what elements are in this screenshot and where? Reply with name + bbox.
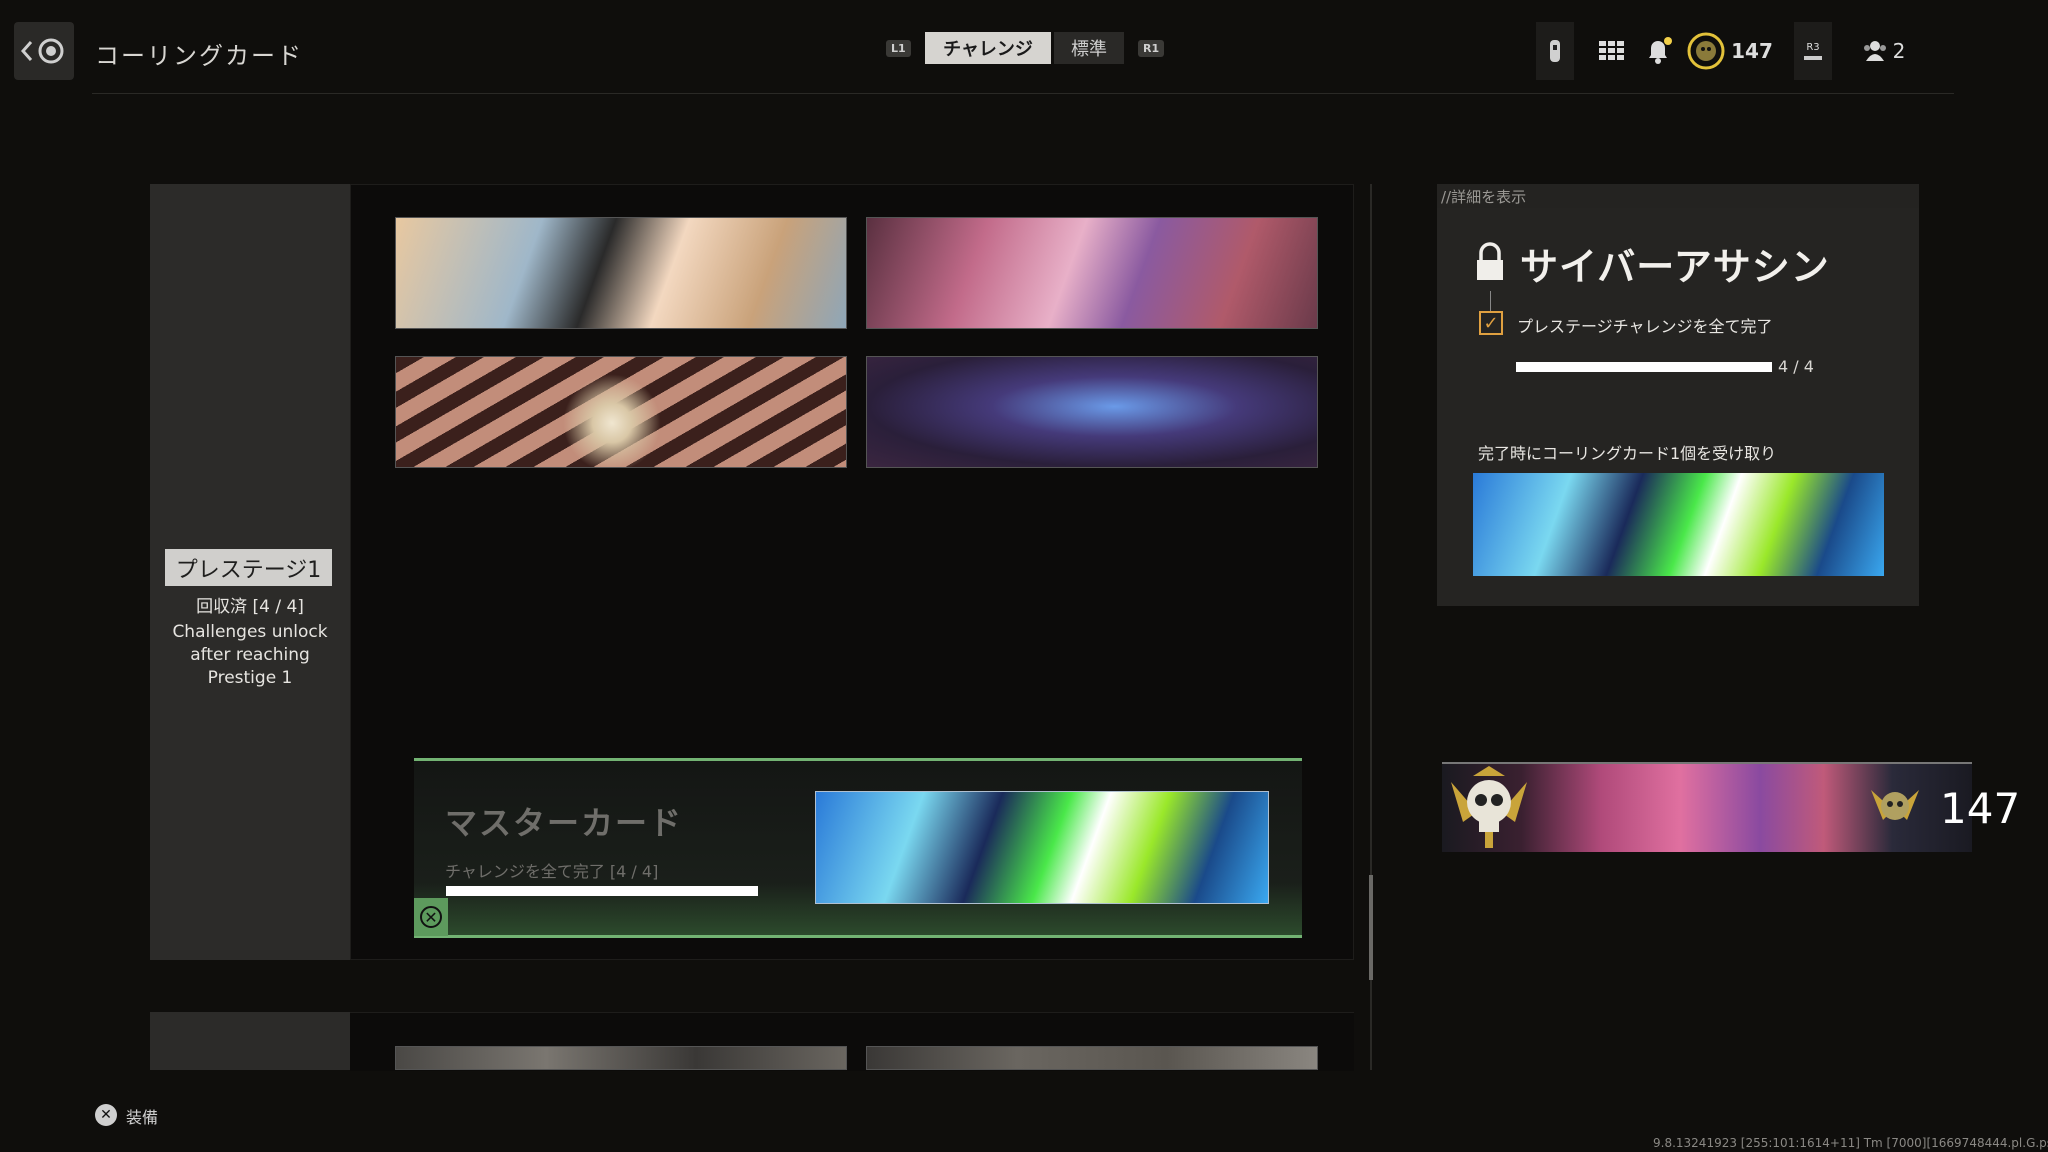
- details-header-label: //詳細を表示: [1441, 188, 1527, 206]
- calling-card-1[interactable]: [395, 217, 847, 329]
- grid-menu-button[interactable]: [1592, 22, 1632, 80]
- challenge-connector: [1490, 291, 1491, 311]
- party-button[interactable]: 2: [1854, 22, 1914, 80]
- equip-action[interactable]: 装備: [126, 1104, 158, 1128]
- calling-card-6[interactable]: [866, 1046, 1318, 1070]
- r3-label: R3: [1806, 42, 1820, 53]
- reward-card-image: [1473, 473, 1884, 576]
- tab-challenge[interactable]: チャレンジ: [925, 32, 1051, 64]
- mastery-card-image: [815, 791, 1269, 904]
- reward-description: 完了時にコーリングカード1個を受け取り: [1478, 444, 1777, 463]
- cross-button-icon: ✕: [420, 906, 442, 928]
- prestige-claimed-count: 回収済 [4 / 4]: [196, 597, 304, 617]
- tab-standard[interactable]: 標準: [1054, 32, 1124, 64]
- prestige-rank-icon: [1687, 32, 1725, 70]
- prestige-label[interactable]: プレステージ1: [165, 549, 332, 586]
- grid-icon: [1599, 41, 1624, 60]
- bell-icon: [1649, 37, 1672, 64]
- calling-card-5[interactable]: [395, 1046, 847, 1070]
- header-divider: [92, 93, 1954, 94]
- tab-next-key[interactable]: R1: [1138, 40, 1165, 57]
- details-header: //詳細を表示: [1437, 184, 1919, 208]
- scrollbar-thumb[interactable]: [1369, 875, 1373, 980]
- prestige-rank-badge-icon: [1865, 780, 1925, 836]
- mastery-title: マスターカード: [445, 804, 684, 842]
- challenge-progress-bar: [1516, 362, 1772, 372]
- calling-card-3-art: [396, 357, 846, 467]
- r3-button[interactable]: R3: [1794, 22, 1832, 80]
- prestige-sidebar-2: [150, 1012, 350, 1070]
- back-button[interactable]: [14, 22, 74, 80]
- checkmark-icon: ✓: [1483, 312, 1499, 334]
- page-title: コーリングカード: [95, 42, 303, 70]
- calling-card-4[interactable]: [866, 356, 1318, 468]
- skull-emblem-icon: [1443, 762, 1535, 852]
- party-count: 2: [1892, 39, 1906, 63]
- lock-icon: [1475, 242, 1505, 286]
- build-version: 9.8.13241923 [255:101:1614+11] Tm [7000]…: [1653, 1136, 2048, 1150]
- challenge-checkbox: ✓: [1479, 311, 1503, 335]
- prestige-unlock-note: Challenges unlock after reaching Prestig…: [172, 622, 328, 688]
- mastery-x-button[interactable]: ✕: [414, 898, 448, 936]
- rank-emblem: [1684, 22, 1728, 80]
- party-icon: [1863, 41, 1886, 61]
- details-title: サイバーアサシン: [1520, 245, 1830, 289]
- challenge-description: プレステージチャレンジを全て完了: [1517, 317, 1773, 336]
- header-status-bar: 147 R3 2: [1536, 22, 1956, 80]
- cross-button-icon: ✕: [95, 1104, 117, 1126]
- mastery-progress-bar: [446, 886, 758, 896]
- currency-value: 147: [1731, 39, 1773, 63]
- back-icon: [21, 38, 64, 64]
- controller-icon: [1550, 40, 1560, 62]
- notifications-button[interactable]: [1638, 22, 1678, 80]
- controller-button[interactable]: [1536, 22, 1574, 80]
- calling-card-2[interactable]: [866, 217, 1318, 329]
- player-level: 147: [1940, 784, 2021, 833]
- challenge-progress-text: 4 / 4: [1778, 357, 1814, 376]
- tab-prev-key[interactable]: L1: [886, 40, 911, 57]
- notification-dot: [1664, 37, 1672, 45]
- mastery-description: チャレンジを全て完了 [4 / 4]: [445, 862, 659, 881]
- calling-card-3[interactable]: [395, 356, 847, 468]
